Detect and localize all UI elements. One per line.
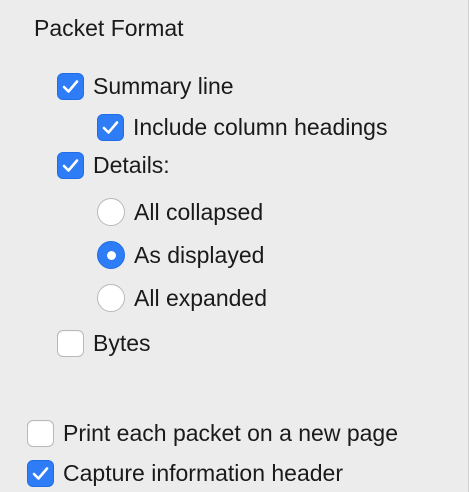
checkmark-icon	[62, 158, 79, 172]
all-expanded-option[interactable]: All expanded	[97, 282, 267, 314]
include-column-headings-checkbox[interactable]	[97, 113, 124, 141]
all-expanded-label: All expanded	[134, 285, 267, 311]
new-page-option[interactable]: Print each packet on a new page	[27, 417, 398, 449]
packet-format-panel: Packet Format Summary line Include colum…	[0, 0, 469, 492]
bytes-checkbox[interactable]	[57, 329, 84, 357]
details-option[interactable]: Details:	[57, 149, 170, 181]
capture-header-option[interactable]: Capture information header	[27, 457, 343, 489]
new-page-checkbox[interactable]	[27, 419, 54, 447]
bytes-option[interactable]: Bytes	[57, 327, 151, 359]
capture-header-checkbox[interactable]	[27, 459, 54, 487]
as-displayed-radio[interactable]	[97, 241, 125, 269]
details-label: Details:	[93, 152, 170, 178]
capture-header-label: Capture information header	[63, 460, 343, 486]
bytes-label: Bytes	[93, 330, 151, 356]
as-displayed-label: As displayed	[134, 242, 265, 268]
radio-dot-icon	[106, 250, 116, 260]
all-collapsed-option[interactable]: All collapsed	[97, 196, 263, 228]
include-column-headings-option[interactable]: Include column headings	[97, 111, 387, 143]
details-checkbox[interactable]	[57, 151, 84, 179]
checkmark-icon	[62, 79, 79, 93]
checkmark-icon	[102, 120, 119, 134]
all-collapsed-label: All collapsed	[134, 199, 264, 225]
summary-line-checkbox[interactable]	[57, 72, 84, 100]
as-displayed-option[interactable]: As displayed	[97, 239, 264, 271]
section-title: Packet Format	[34, 15, 184, 41]
checkmark-icon	[32, 466, 49, 480]
all-expanded-radio[interactable]	[97, 284, 125, 312]
summary-line-label: Summary line	[93, 73, 234, 99]
summary-line-option[interactable]: Summary line	[57, 70, 234, 102]
include-column-headings-label: Include column headings	[133, 114, 388, 140]
new-page-label: Print each packet on a new page	[63, 420, 399, 446]
all-collapsed-radio[interactable]	[97, 198, 125, 226]
